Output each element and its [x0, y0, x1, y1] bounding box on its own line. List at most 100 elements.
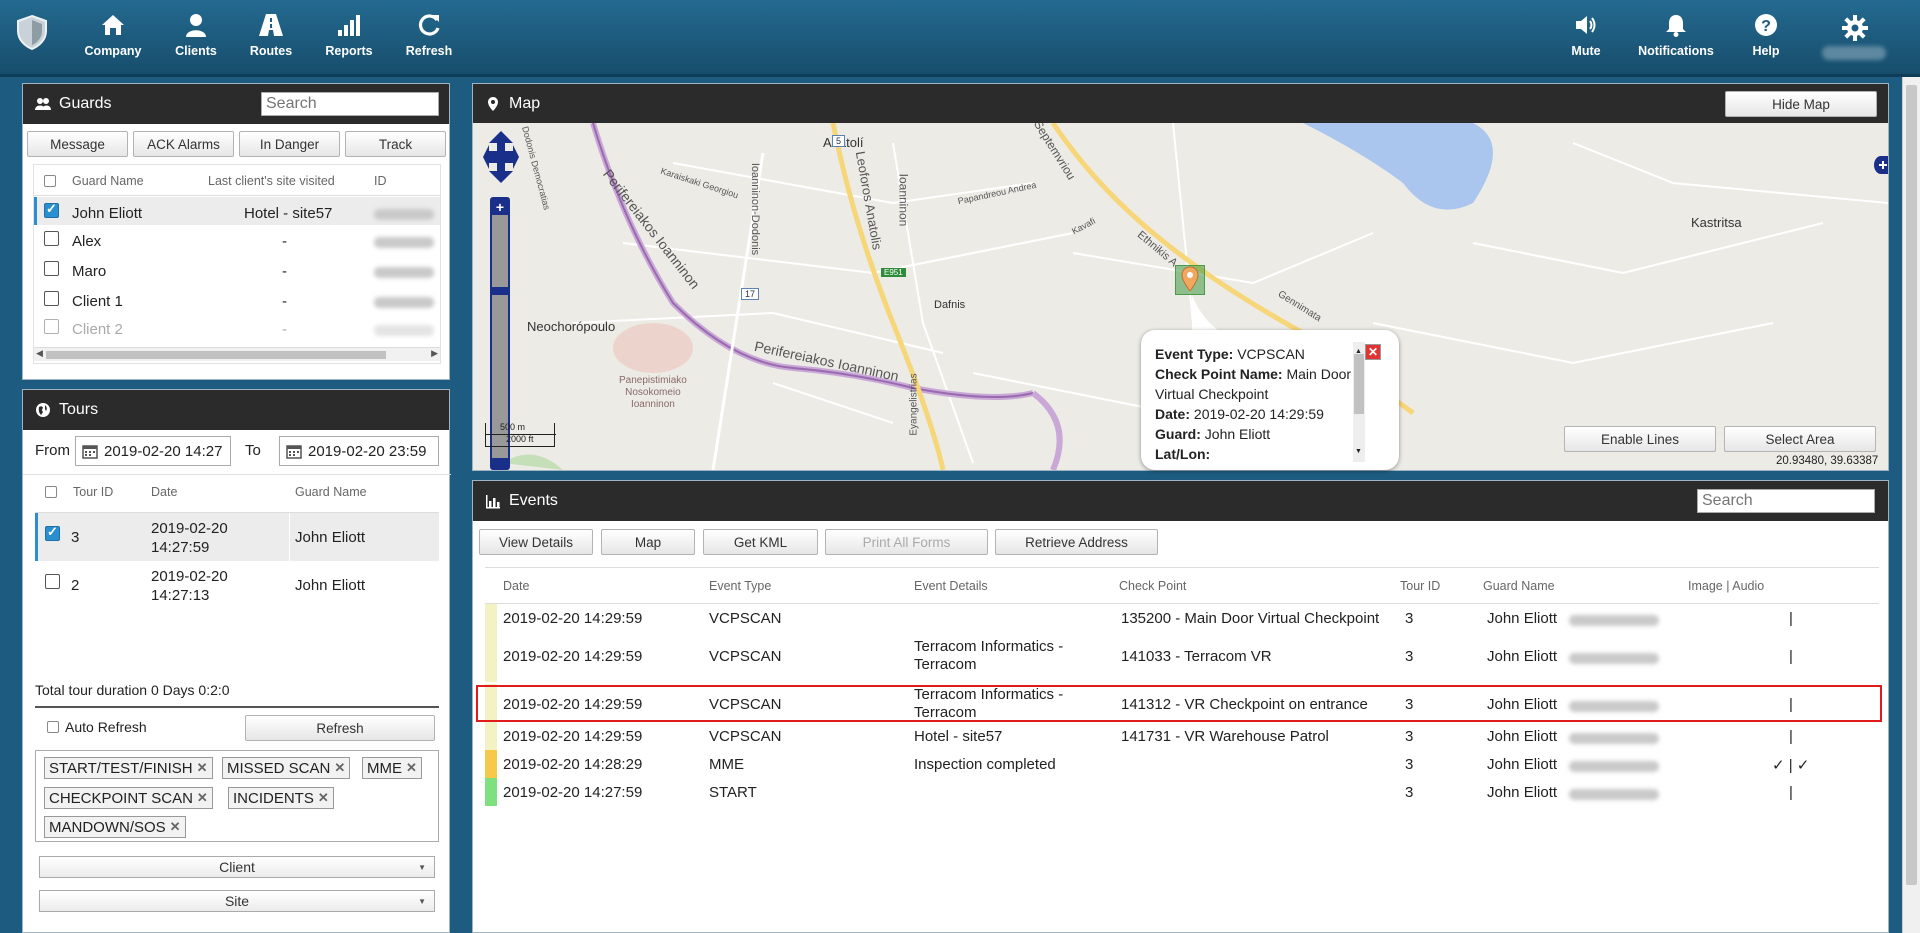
tour-row-selected[interactable]: [35, 513, 439, 561]
page-scrollbar[interactable]: [1902, 77, 1920, 933]
guard-id-blurred: [374, 209, 434, 220]
in-danger-button[interactable]: In Danger: [239, 131, 340, 157]
popup-event-type-value: VCPSCAN: [1237, 346, 1305, 362]
guards-table: Guard Name Last client's site visited ID…: [33, 164, 441, 364]
location-pin-icon[interactable]: [1181, 266, 1199, 292]
map-pan-control[interactable]: [483, 129, 519, 183]
guards-select-all-checkbox[interactable]: [44, 175, 56, 187]
event-media[interactable]: ✓ | ✓: [1772, 756, 1809, 774]
nav-help[interactable]: ? Help: [1746, 12, 1786, 58]
gear-icon[interactable]: [1841, 14, 1869, 42]
select-area-button[interactable]: Select Area: [1724, 426, 1876, 452]
print-all-forms-button[interactable]: Print All Forms: [825, 529, 988, 555]
view-details-button[interactable]: View Details: [479, 529, 593, 555]
to-date-input[interactable]: 2019-02-20 23:59: [279, 436, 439, 466]
guard-row-checkbox[interactable]: [44, 291, 59, 306]
filter-tag[interactable]: INCIDENTS ✕: [228, 787, 334, 809]
popup-close-icon[interactable]: ✕: [1365, 344, 1381, 360]
tour-row-checkbox[interactable]: [45, 524, 60, 541]
remove-tag-icon[interactable]: ✕: [170, 819, 181, 835]
filter-tag[interactable]: START/TEST/FINISH ✕: [44, 757, 213, 779]
popup-date-value: 2019-02-20 14:29:59: [1193, 406, 1324, 422]
get-kml-button[interactable]: Get KML: [703, 529, 818, 555]
message-button[interactable]: Message: [27, 131, 128, 157]
nav-reports-label: Reports: [325, 44, 373, 58]
remove-tag-icon[interactable]: ✕: [197, 760, 208, 776]
guards-panel: Guards Message ACK Alarms In Danger Trac…: [22, 83, 450, 380]
tours-refresh-button[interactable]: Refresh: [245, 715, 435, 741]
events-search-input[interactable]: [1697, 489, 1875, 513]
nav-routes[interactable]: Routes: [248, 12, 294, 58]
scroll-right-arrow-icon[interactable]: ▶: [431, 348, 438, 359]
tour-id: 2: [71, 577, 80, 594]
filter-tag[interactable]: MANDOWN/SOS ✕: [44, 816, 186, 838]
events-map-button[interactable]: Map: [601, 529, 695, 555]
tour-row-checkbox[interactable]: [45, 574, 60, 589]
filter-tag[interactable]: MME ✕: [362, 757, 422, 779]
remove-tag-icon[interactable]: ✕: [406, 760, 417, 776]
tour-date-line2: 14:27:59: [151, 539, 210, 556]
event-type: VCPSCAN: [709, 648, 782, 665]
nav-refresh[interactable]: Refresh: [404, 12, 454, 58]
popup-scroll-thumb[interactable]: [1354, 354, 1364, 414]
map-scale: 500 m 2000 ft: [485, 422, 556, 447]
client-select[interactable]: Client: [39, 856, 435, 878]
event-checkpoint: 141731 - VR Warehouse Patrol: [1121, 728, 1329, 745]
scale-ft: 2000 ft: [506, 434, 534, 444]
guard-row-checkbox[interactable]: [44, 261, 59, 276]
page-scrollbar-thumb[interactable]: [1906, 85, 1917, 885]
user-name-blurred[interactable]: [1822, 46, 1886, 60]
map-title: Map: [509, 95, 541, 112]
popup-scroll-down-icon[interactable]: ▼: [1355, 442, 1362, 462]
nav-company[interactable]: Company: [85, 12, 141, 58]
tours-select-all-checkbox[interactable]: [45, 486, 57, 498]
track-button[interactable]: Track: [345, 131, 446, 157]
guard-row-checkbox[interactable]: [44, 319, 59, 334]
filter-tag[interactable]: CHECKPOINT SCAN ✕: [44, 787, 213, 809]
scroll-left-arrow-icon[interactable]: ◀: [36, 348, 43, 359]
filter-tag[interactable]: MISSED SCAN ✕: [222, 757, 351, 779]
event-type-color-bar: [485, 750, 497, 778]
layer-switcher-plus-icon[interactable]: [1874, 156, 1888, 174]
nav-refresh-label: Refresh: [405, 44, 453, 58]
to-label: To: [245, 442, 261, 459]
nav-notifications[interactable]: Notifications: [1638, 12, 1714, 58]
auto-refresh-checkbox[interactable]: [47, 721, 59, 733]
site-select[interactable]: Site: [39, 890, 435, 912]
ack-alarms-button[interactable]: ACK Alarms: [133, 131, 234, 157]
remove-tag-icon[interactable]: ✕: [334, 760, 345, 776]
zoom-out-icon[interactable]: [492, 458, 508, 468]
guard-row-checkbox[interactable]: [44, 201, 59, 218]
nav-reports[interactable]: Reports: [324, 12, 374, 58]
retrieve-address-button[interactable]: Retrieve Address: [995, 529, 1158, 555]
zoom-slider-handle[interactable]: [490, 287, 510, 295]
pan-arrows-icon[interactable]: [483, 129, 519, 185]
guards-search-input[interactable]: [261, 92, 439, 116]
event-filter-tags[interactable]: START/TEST/FINISH ✕ MISSED SCAN ✕ MME ✕ CHE…: [35, 750, 439, 842]
event-date: 2019-02-20 14:29:59: [503, 728, 643, 745]
from-date-input[interactable]: 2019-02-20 14:27: [75, 436, 231, 466]
nav-clients[interactable]: Clients: [172, 12, 220, 58]
hide-map-button[interactable]: Hide Map: [1725, 91, 1877, 117]
guards-title: Guards: [59, 95, 112, 112]
tour-id: 3: [71, 529, 80, 546]
guards-hscrollbar-thumb[interactable]: [46, 351, 386, 359]
events-col-type: Event Type: [709, 579, 772, 593]
bar-chart-icon: [338, 15, 360, 36]
zoom-in-icon[interactable]: +: [492, 199, 508, 215]
remove-tag-icon[interactable]: ✕: [318, 790, 329, 806]
enable-lines-button[interactable]: Enable Lines: [1564, 426, 1716, 452]
map-label-neochoropoulo: Neochorópoulo: [527, 319, 616, 334]
map-header: Map: [473, 84, 1888, 124]
shield-logo-icon: [17, 14, 47, 50]
guards-hscrollbar[interactable]: ◀ ▶: [34, 347, 440, 361]
nav-help-label: Help: [1752, 44, 1780, 58]
popup-checkpoint-2: Virtual Checkpoint: [1155, 386, 1269, 402]
events-col-media: Image | Audio: [1688, 579, 1765, 593]
top-navigation-bar: Company Clients Routes Reports Refresh M…: [0, 0, 1920, 77]
guard-row-checkbox[interactable]: [44, 231, 59, 246]
tour-date-line1: 2019-02-20: [151, 520, 228, 537]
nav-mute[interactable]: Mute: [1566, 12, 1606, 58]
popup-scrollbar[interactable]: ▲ ▼: [1353, 342, 1365, 462]
remove-tag-icon[interactable]: ✕: [197, 790, 208, 806]
